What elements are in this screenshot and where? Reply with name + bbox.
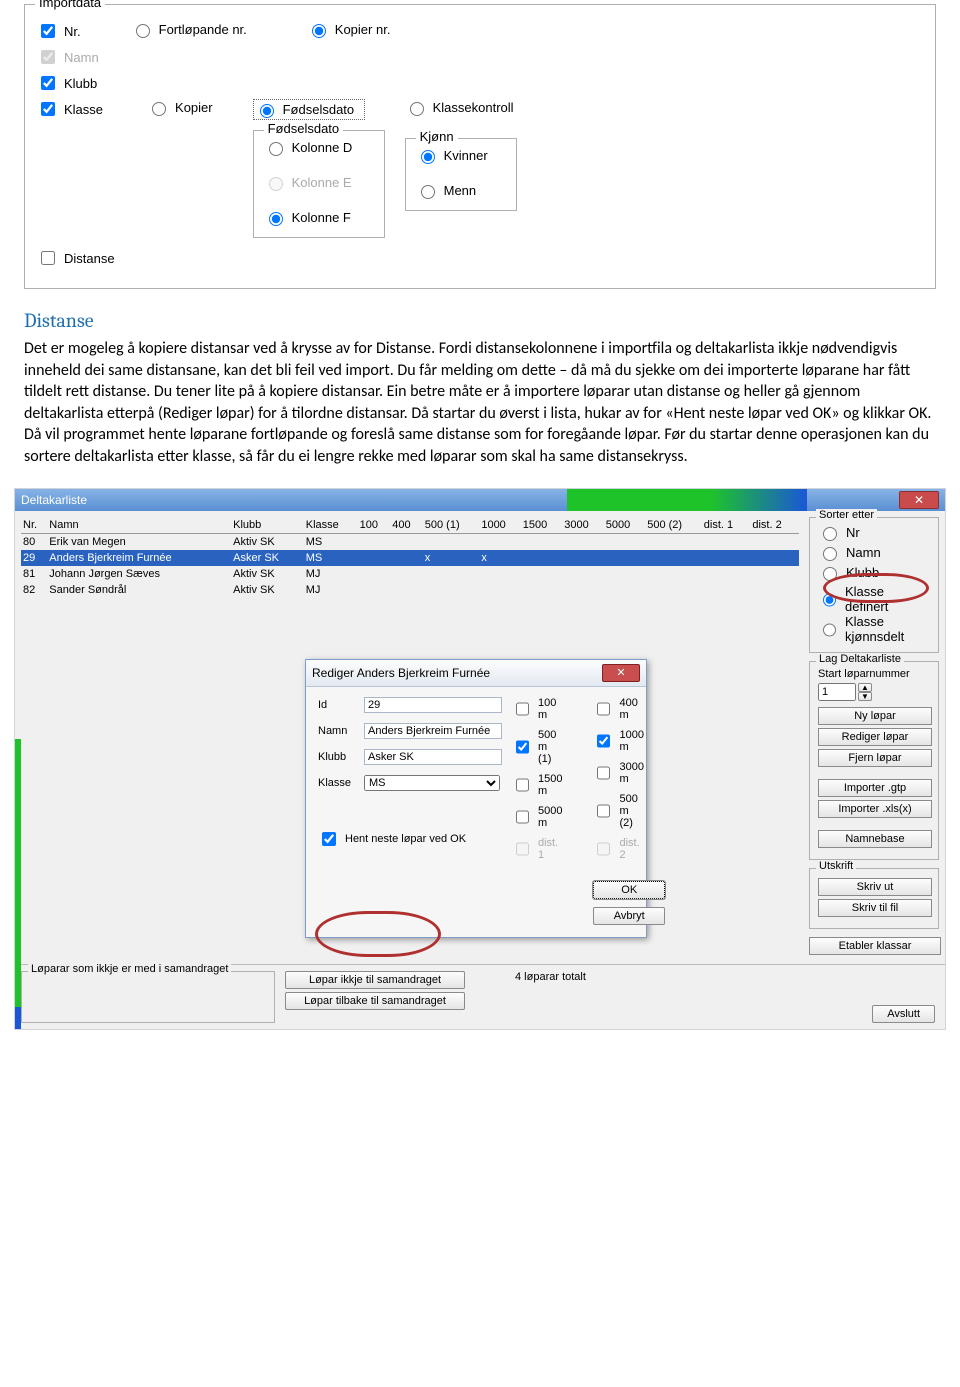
kopier-radio[interactable]: Kopier: [147, 99, 213, 116]
importdata-fieldset: Importdata Nr. Fortløpande nr. Kopier nr…: [24, 4, 936, 289]
col-header[interactable]: 500 (1): [423, 517, 480, 534]
rediger-lopar-button[interactable]: Rediger løpar: [818, 728, 932, 746]
right-sidebar: Sorter etter Nr Namn Klubb Klasse define…: [805, 511, 945, 964]
window-titlebar: Deltakarliste ✕: [15, 489, 945, 511]
count-label: 4 løparar totalt: [475, 971, 862, 983]
importer-gtp-button[interactable]: Importer .gtp: [818, 779, 932, 797]
namn-checkbox: Namn: [37, 47, 99, 67]
col-header[interactable]: Klubb: [231, 517, 304, 534]
col-header[interactable]: 3000: [562, 517, 603, 534]
col-header[interactable]: 1000: [479, 517, 520, 534]
lopar-ikkje-button[interactable]: Løpar ikkje til samandraget: [285, 971, 465, 989]
sort-klubb-radio[interactable]: Klubb: [818, 564, 879, 581]
sort-namn-radio[interactable]: Namn: [818, 544, 881, 561]
100m-checkbox[interactable]: 100 m: [512, 697, 563, 721]
klasse-checkbox[interactable]: Klasse: [37, 99, 103, 119]
col-header[interactable]: dist. 2: [750, 517, 799, 534]
importer-xls-button[interactable]: Importer .xls(x): [818, 800, 932, 818]
kopier-nr-radio[interactable]: Kopier nr.: [307, 21, 391, 38]
col-header[interactable]: 5000: [604, 517, 645, 534]
section-paragraph: Det er mogeleg å kopiere distansar ved å…: [24, 338, 936, 468]
spinner-down[interactable]: ▼: [858, 692, 872, 701]
spinner-up[interactable]: ▲: [858, 683, 872, 692]
fodselsdato-fieldset: Fødselsdato Kolonne D Kolonne E Kolonne …: [253, 130, 385, 238]
namnebase-button[interactable]: Namnebase: [818, 830, 932, 848]
ok-button[interactable]: OK: [593, 881, 664, 899]
fjern-lopar-button[interactable]: Fjern løpar: [818, 749, 932, 767]
sort-fieldset: Sorter etter Nr Namn Klubb Klasse define…: [809, 517, 939, 653]
start-number-input[interactable]: [818, 683, 856, 701]
deltakarliste-window: Deltakarliste ✕ Nr.NamnKlubbKlasse100400…: [14, 488, 946, 1030]
id-input[interactable]: [364, 697, 502, 713]
kolonne-d-radio[interactable]: Kolonne D: [264, 139, 353, 156]
sort-klasse-kjonn-radio[interactable]: Klasse kjønnsdelt: [818, 614, 910, 644]
utskrift-fieldset: Utskrift Skriv ut Skriv til fil: [809, 868, 939, 929]
klubb-checkbox[interactable]: Klubb: [37, 73, 97, 93]
col-header[interactable]: Nr.: [21, 517, 47, 534]
3000m-checkbox[interactable]: 3000 m: [593, 761, 644, 785]
lopar-tilbake-button[interactable]: Løpar tilbake til samandraget: [285, 992, 465, 1010]
distanse-checkbox[interactable]: Distanse: [37, 248, 115, 268]
namn-input[interactable]: [364, 723, 502, 739]
table-row[interactable]: 81Johann Jørgen SævesAktiv SKMJ: [21, 566, 799, 582]
window-title: Deltakarliste: [21, 493, 87, 507]
klubb-input[interactable]: [364, 749, 502, 765]
fodselsdato-radio[interactable]: Fødselsdato: [253, 99, 365, 120]
decoration: [567, 489, 807, 511]
col-header[interactable]: dist. 1: [702, 517, 751, 534]
400m-checkbox[interactable]: 400 m: [593, 697, 644, 721]
dist2-checkbox: dist. 2: [593, 837, 644, 861]
dist1-checkbox: dist. 1: [512, 837, 563, 861]
close-icon[interactable]: ✕: [899, 491, 939, 509]
lag-fieldset: Lag Deltakarliste Start løparnummer ▲ ▼ …: [809, 661, 939, 860]
5000m-checkbox[interactable]: 5000 m: [512, 805, 563, 829]
excluded-box: Løparar som ikkje er med i samandraget: [21, 971, 275, 1023]
avbryt-button[interactable]: Avbryt: [593, 907, 664, 925]
rediger-dialog: Rediger Anders Bjerkreim Furnée ✕ Id Nam…: [305, 659, 647, 938]
importdata-legend: Importdata: [35, 0, 105, 10]
skriv-fil-button[interactable]: Skriv til fil: [818, 899, 932, 917]
kjonn-fieldset: Kjønn Kvinner Menn: [405, 138, 517, 211]
500m2-checkbox[interactable]: 500 m (2): [593, 793, 644, 829]
avslutt-button[interactable]: Avslutt: [872, 1005, 935, 1023]
sort-klasse-def-radio[interactable]: Klasse definert: [818, 584, 910, 614]
kolonne-f-radio[interactable]: Kolonne F: [264, 209, 351, 226]
col-header[interactable]: 100: [358, 517, 391, 534]
col-header[interactable]: 1500: [521, 517, 562, 534]
1000m-checkbox[interactable]: 1000 m: [593, 729, 644, 753]
table-row[interactable]: 82Sander SøndrålAktiv SKMJ: [21, 582, 799, 598]
skriv-ut-button[interactable]: Skriv ut: [818, 878, 932, 896]
ny-lopar-button[interactable]: Ny løpar: [818, 707, 932, 725]
col-header[interactable]: 400: [390, 517, 423, 534]
table-row[interactable]: 29Anders Bjerkreim FurnéeAsker SKMSxx: [21, 550, 799, 566]
fortlopande-radio[interactable]: Fortløpande nr.: [131, 21, 247, 38]
nr-checkbox[interactable]: Nr.: [37, 21, 81, 41]
sort-nr-radio[interactable]: Nr: [818, 524, 860, 541]
500m1-checkbox[interactable]: 500 m (1): [512, 729, 563, 765]
klasse-select[interactable]: MS: [364, 775, 500, 791]
etabler-klassar-button[interactable]: Etabler klassar: [809, 937, 941, 955]
dialog-title: Rediger Anders Bjerkreim Furnée: [312, 666, 490, 680]
col-header[interactable]: Klasse: [304, 517, 358, 534]
kvinner-radio[interactable]: Kvinner: [416, 147, 488, 164]
table-row[interactable]: 80Erik van MegenAktiv SKMS: [21, 533, 799, 550]
window-footer: Løparar som ikkje er med i samandraget L…: [15, 964, 945, 1029]
section-heading: Distanse: [24, 309, 936, 332]
klassekontroll-radio[interactable]: Klassekontroll: [405, 99, 514, 116]
col-header[interactable]: Namn: [47, 517, 231, 534]
1500m-checkbox[interactable]: 1500 m: [512, 773, 563, 797]
col-header[interactable]: 500 (2): [645, 517, 702, 534]
kolonne-e-radio: Kolonne E: [264, 174, 352, 191]
participant-table: Nr.NamnKlubbKlasse100400500 (1)100015003…: [21, 517, 799, 598]
dialog-close-icon[interactable]: ✕: [602, 664, 640, 682]
hent-neste-checkbox[interactable]: Hent neste løpar ved OK: [318, 829, 482, 849]
menn-radio[interactable]: Menn: [416, 182, 477, 199]
